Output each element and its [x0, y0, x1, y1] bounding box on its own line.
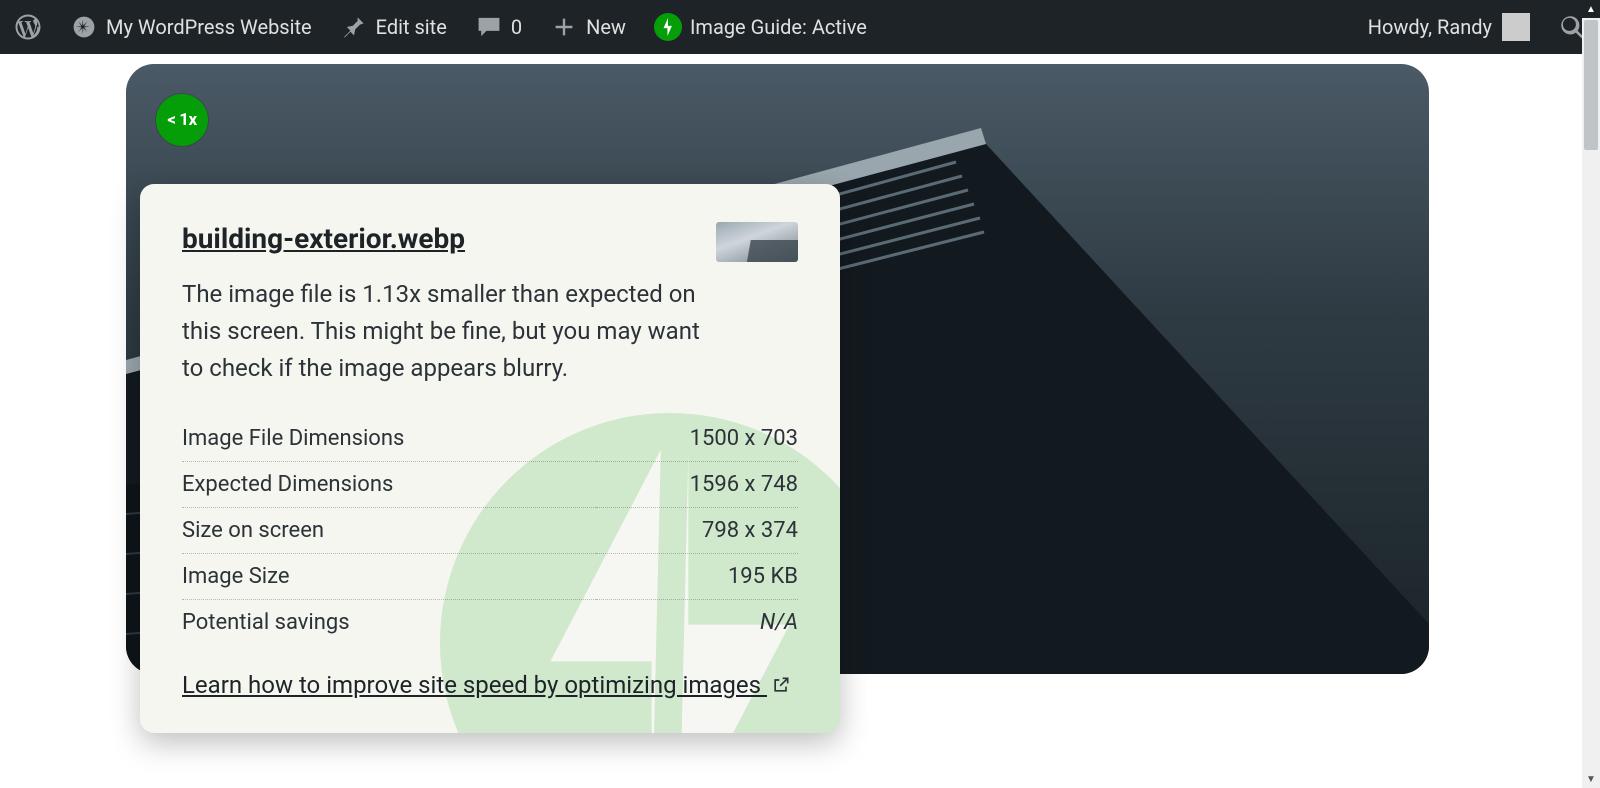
vertical-scrollbar[interactable]: ▲ ▼	[1582, 0, 1600, 788]
avatar	[1502, 13, 1530, 41]
edit-site-label: Edit site	[376, 15, 447, 39]
comments-count: 0	[511, 15, 522, 39]
external-link-icon	[771, 673, 791, 701]
comment-icon	[475, 13, 503, 41]
stats-value: N/A	[596, 599, 798, 645]
page-content: < 1x building-exterior.webp The image fi…	[0, 54, 1600, 788]
learn-more-text: Learn how to improve site speed by optim…	[182, 671, 767, 699]
image-description: The image file is 1.13x smaller than exp…	[182, 276, 702, 388]
scale-badge-text: < 1x	[167, 110, 196, 130]
wp-admin-bar: My WordPress Website Edit site 0 New Ima…	[0, 0, 1600, 54]
stats-row: Potential savingsN/A	[182, 599, 798, 645]
wordpress-icon	[14, 13, 42, 41]
stats-value: 195 KB	[596, 553, 798, 599]
learn-more-link[interactable]: Learn how to improve site speed by optim…	[182, 671, 791, 699]
image-stats-table: Image File Dimensions1500 x 703Expected …	[182, 416, 798, 645]
stats-row: Size on screen798 x 374	[182, 507, 798, 553]
scroll-thumb[interactable]	[1584, 20, 1598, 150]
site-title-label: My WordPress Website	[106, 15, 312, 39]
stats-value: 1596 x 748	[596, 461, 798, 507]
stats-row: Image Size195 KB	[182, 553, 798, 599]
my-account[interactable]: Howdy, Randy	[1354, 0, 1544, 54]
image-filename-link[interactable]: building-exterior.webp	[182, 222, 465, 255]
image-thumbnail[interactable]	[716, 222, 798, 262]
plus-icon	[550, 13, 578, 41]
edit-site[interactable]: Edit site	[326, 0, 461, 54]
jetpack-image-guide[interactable]: Image Guide: Active	[640, 0, 881, 54]
new-content[interactable]: New	[536, 0, 640, 54]
stats-label: Potential savings	[182, 599, 596, 645]
stats-label: Image Size	[182, 553, 596, 599]
stats-row: Expected Dimensions1596 x 748	[182, 461, 798, 507]
site-name[interactable]: My WordPress Website	[56, 0, 326, 54]
stats-row: Image File Dimensions1500 x 703	[182, 416, 798, 462]
stats-value: 1500 x 703	[596, 416, 798, 462]
stats-label: Image File Dimensions	[182, 416, 596, 462]
jetpack-icon	[654, 13, 682, 41]
scroll-up-arrow[interactable]: ▲	[1582, 0, 1600, 18]
image-guide-label: Image Guide: Active	[690, 15, 867, 39]
pin-icon	[340, 13, 368, 41]
scale-badge[interactable]: < 1x	[156, 94, 208, 146]
howdy-label: Howdy, Randy	[1368, 15, 1492, 39]
comments[interactable]: 0	[461, 0, 536, 54]
new-label: New	[586, 15, 626, 39]
stats-label: Expected Dimensions	[182, 461, 596, 507]
image-guide-popover: building-exterior.webp The image file is…	[140, 184, 840, 733]
dashboard-icon	[70, 13, 98, 41]
wp-logo[interactable]	[0, 0, 56, 54]
scroll-down-arrow[interactable]: ▼	[1582, 770, 1600, 788]
stats-value: 798 x 374	[596, 507, 798, 553]
stats-label: Size on screen	[182, 507, 596, 553]
